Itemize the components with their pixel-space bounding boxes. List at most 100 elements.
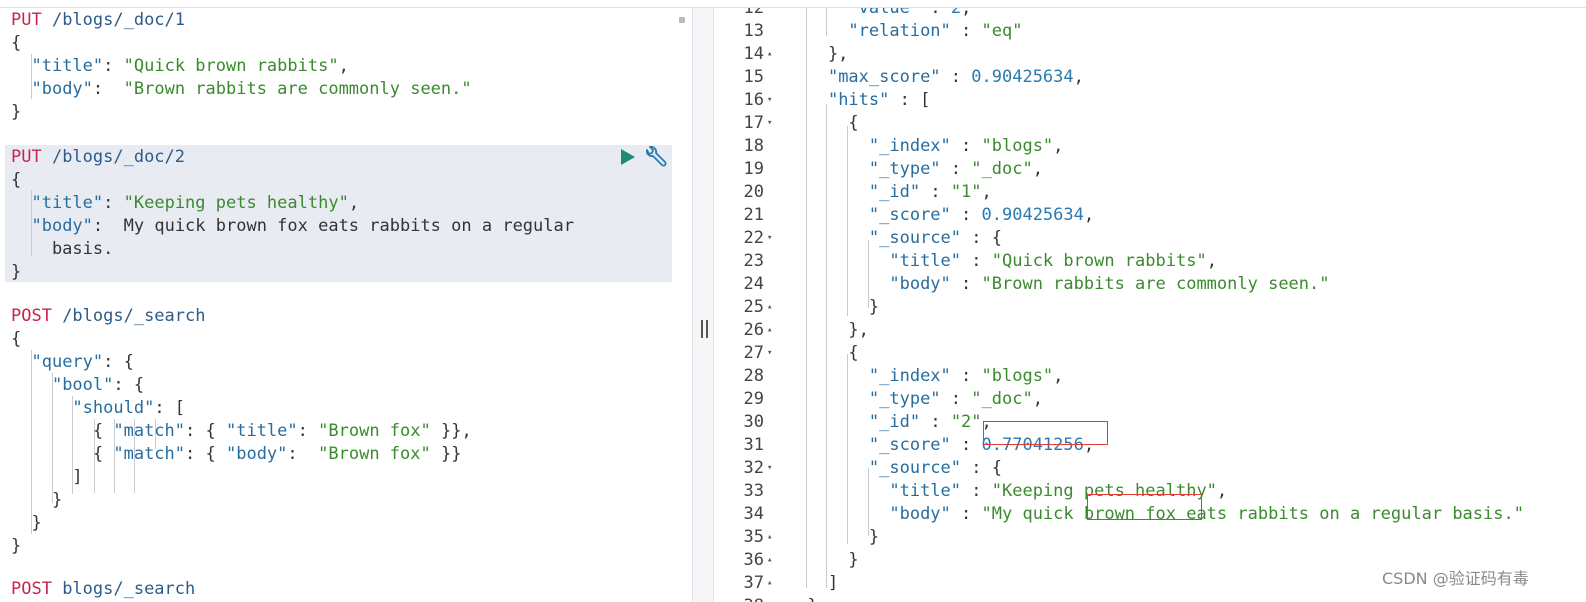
line-number: 21	[743, 205, 764, 225]
line-number: 23	[743, 251, 764, 271]
line-number: 14	[743, 44, 764, 64]
response-code-line: "relation" : "eq"	[848, 21, 1023, 41]
scroll-indicator	[679, 17, 685, 23]
request-line[interactable]: PUT /blogs/_doc/1	[11, 9, 185, 32]
fold-toggle-icon[interactable]: ▴	[767, 572, 772, 595]
fold-toggle-icon[interactable]: ▴	[767, 526, 772, 549]
response-code-line: },	[787, 320, 869, 340]
request-path: /blogs/_doc/2	[41, 147, 186, 167]
line-number: 37	[743, 573, 764, 593]
code-line: }	[11, 536, 22, 556]
code-line: "body": My quick brown fox eats rabbits …	[31, 216, 574, 236]
code-line: "bool": {	[51, 375, 145, 395]
request-editor[interactable]: PUT /blogs/_doc/1{ "title": "Quick brown…	[0, 8, 692, 602]
response-code-line: }	[787, 595, 817, 602]
match-highlight-box	[1087, 494, 1202, 520]
response-viewer[interactable]: 12 "value" : 2, 13 "relation" : "eq" 14 ▴ }…	[714, 8, 1586, 602]
response-code-line: "_type" : "_doc",	[868, 389, 1043, 409]
response-code-line: {	[787, 113, 859, 133]
code-line: }	[11, 102, 22, 122]
response-code-line: "_index" : "blogs",	[868, 366, 1064, 386]
response-code-line: "_id" : "2",	[868, 412, 992, 432]
fold-toggle-icon[interactable]: ▾	[767, 342, 772, 365]
http-method: PUT	[11, 147, 42, 167]
code-line: }	[11, 490, 63, 510]
request-line[interactable]: POST blogs/_search	[11, 578, 195, 601]
line-number: 31	[743, 435, 764, 455]
line-number: 28	[743, 366, 764, 386]
response-code-line: "title" : "Quick brown rabbits",	[889, 251, 1217, 271]
response-code-line: "_id" : "1",	[868, 182, 992, 202]
response-code-line: "value" : 2,	[848, 8, 972, 18]
line-number: 25	[743, 297, 764, 317]
line-number: 29	[743, 389, 764, 409]
response-code-line: },	[787, 44, 849, 64]
line-number: 22	[743, 228, 764, 248]
response-code-line: "body" : "Brown rabbits are commonly see…	[889, 274, 1330, 294]
line-number: 18	[743, 136, 764, 156]
play-icon[interactable]	[620, 148, 636, 166]
response-code-line: "max_score" : 0.90425634,	[827, 67, 1084, 87]
response-code-line: {	[787, 343, 859, 363]
line-number: 26	[743, 320, 764, 340]
line-number: 33	[743, 481, 764, 501]
response-code-line: "_source" : {	[868, 458, 1002, 478]
fold-toggle-icon[interactable]: ▴	[767, 549, 772, 572]
response-code-line: "hits" : [	[827, 90, 931, 110]
line-number: 15	[743, 67, 764, 87]
fold-toggle-icon[interactable]: ▾	[767, 457, 772, 480]
response-code-line: "_source" : {	[868, 228, 1002, 248]
fold-toggle-icon[interactable]: ▾	[767, 89, 772, 112]
request-line[interactable]: POST /blogs/_search	[11, 305, 205, 328]
line-number: 16	[743, 90, 764, 110]
fold-toggle-icon[interactable]: ▴	[767, 319, 772, 342]
request-line[interactable]: PUT /blogs/_doc/2	[11, 146, 185, 169]
request-path: /blogs/_search	[51, 306, 206, 326]
fold-toggle-icon[interactable]: ▴	[767, 43, 772, 66]
fold-toggle-icon[interactable]: ▴	[767, 296, 772, 319]
line-number: 35	[743, 527, 764, 547]
resize-grip-icon[interactable]	[701, 320, 709, 338]
request-path: blogs/_search	[51, 579, 196, 599]
http-method: PUT	[11, 10, 42, 30]
line-number: 34	[743, 504, 764, 524]
code-line: ]	[11, 467, 83, 487]
response-code-line: }	[787, 297, 880, 317]
top-border	[0, 0, 1586, 8]
code-line: { "match": { "body": "Brown fox" }}	[11, 444, 462, 464]
pane-resizer[interactable]	[692, 8, 714, 602]
line-number: 27	[743, 343, 764, 363]
response-code-line: }	[787, 550, 859, 570]
code-line: {	[11, 170, 22, 190]
response-code-line: }	[787, 527, 880, 547]
line-number: 13	[743, 21, 764, 41]
watermark: CSDN @验证码有毒	[1382, 569, 1529, 588]
line-number: 36	[743, 550, 764, 570]
response-code-line: "_type" : "_doc",	[868, 159, 1043, 179]
line-number: 17	[743, 113, 764, 133]
response-code-line: "_index" : "blogs",	[868, 136, 1064, 156]
code-line: {	[11, 33, 22, 53]
http-method: POST	[11, 579, 52, 599]
code-line: "title": "Quick brown rabbits",	[31, 56, 349, 76]
line-number: 32	[743, 458, 764, 478]
fold-toggle-icon[interactable]: ▾	[767, 112, 772, 135]
response-code-line: "_score" : 0.90425634,	[868, 205, 1095, 225]
request-path: /blogs/_doc/1	[41, 10, 186, 30]
code-line: {	[11, 329, 22, 349]
http-method: POST	[11, 306, 52, 326]
code-line: { "match": { "title": "Brown fox" }},	[11, 421, 472, 441]
code-line: }	[11, 513, 42, 533]
line-number: 20	[743, 182, 764, 202]
line-number: 24	[743, 274, 764, 294]
line-number: 19	[743, 159, 764, 179]
wrench-icon[interactable]	[643, 146, 667, 168]
code-line: "title": "Keeping pets healthy",	[31, 193, 360, 213]
response-code-line: ]	[787, 573, 839, 593]
line-number: 38	[714, 595, 764, 602]
line-number: 30	[743, 412, 764, 432]
fold-toggle-icon[interactable]: ▾	[767, 227, 772, 250]
code-line: "should": [	[72, 398, 186, 418]
line-number: 12	[743, 8, 764, 18]
score-highlight-box	[983, 421, 1108, 445]
